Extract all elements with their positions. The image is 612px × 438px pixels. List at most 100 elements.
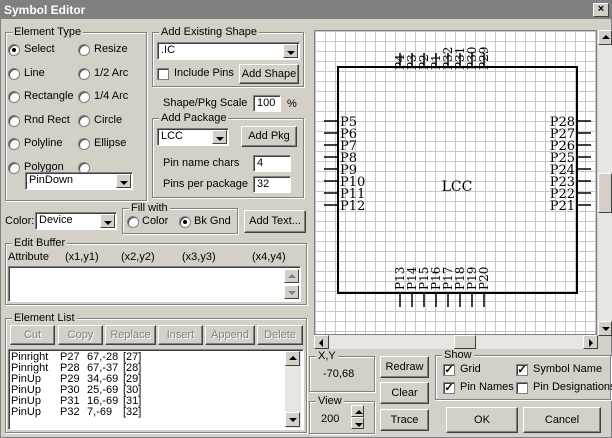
element-type-radio[interactable] bbox=[8, 44, 20, 56]
element-type-label-item: Circle bbox=[94, 114, 123, 126]
redraw-button[interactable]: Redraw bbox=[380, 356, 429, 378]
element-type-radio[interactable] bbox=[78, 68, 90, 80]
edit-buffer-textarea[interactable] bbox=[8, 266, 301, 302]
replace-button[interactable]: Replace bbox=[105, 325, 156, 345]
element-type-radio[interactable] bbox=[8, 162, 20, 174]
canvas-scroll-right[interactable] bbox=[583, 335, 598, 349]
element-type-label: Element Type bbox=[12, 26, 84, 38]
pins-per-package-input[interactable]: 32 bbox=[253, 176, 291, 193]
chevron-down-icon[interactable] bbox=[100, 214, 115, 228]
fill-bkgnd-radio[interactable] bbox=[179, 216, 191, 228]
fill-color-label: Color bbox=[142, 215, 169, 227]
view-spin-down[interactable] bbox=[351, 417, 364, 429]
edit-buffer-scroll-down[interactable] bbox=[284, 285, 299, 299]
color-label: Color: bbox=[5, 215, 35, 227]
pin-label: P21 bbox=[550, 199, 575, 214]
ok-button[interactable]: OK bbox=[446, 407, 518, 433]
include-pins-checkbox[interactable] bbox=[157, 68, 169, 80]
element-type-radio[interactable] bbox=[78, 138, 90, 150]
element-type-radio[interactable] bbox=[78, 115, 90, 127]
pin-type-dropdown[interactable]: PinDown bbox=[25, 172, 133, 190]
pin-names-checkbox[interactable]: ✓ bbox=[443, 382, 455, 394]
header-attribute: Attribute bbox=[8, 251, 49, 263]
element-type-radio[interactable] bbox=[8, 68, 20, 80]
list-item[interactable]: Pinright P28 67,-37 [28] bbox=[11, 363, 303, 374]
canvas-vscroll-thumb[interactable] bbox=[598, 173, 612, 213]
canvas-hscroll-thumb[interactable] bbox=[454, 335, 476, 349]
add-pkg-button[interactable]: Add Pkg bbox=[241, 126, 297, 147]
element-type-label-item: Select bbox=[24, 43, 55, 55]
canvas-hscrollbar[interactable] bbox=[314, 335, 598, 349]
pin-label: P20 bbox=[477, 267, 491, 290]
shape-dropdown[interactable]: .IC bbox=[157, 42, 300, 60]
header-x3y3: (x3,y3) bbox=[182, 251, 216, 263]
pin-type-value: PinDown bbox=[29, 174, 74, 186]
chevron-down-icon[interactable] bbox=[212, 130, 227, 144]
symbol-drawing: P4P3P2P1P32P31P30P29P13P14P15P16P17P18P1… bbox=[324, 47, 591, 307]
element-type-radio[interactable] bbox=[8, 138, 20, 150]
list-item[interactable]: PinUp P29 34,-69 [29] bbox=[11, 374, 303, 385]
element-list-label: Element List bbox=[12, 312, 77, 324]
delete-button[interactable]: Delete bbox=[257, 325, 303, 345]
cut-button[interactable]: Cut bbox=[10, 325, 55, 345]
list-item[interactable]: PinUp P32 7,-69 [32] bbox=[11, 407, 303, 418]
list-item[interactable]: PinUp P31 16,-69 [31] bbox=[11, 396, 303, 407]
canvas-vscrollbar[interactable] bbox=[598, 30, 612, 336]
element-list-scrollbar[interactable] bbox=[285, 351, 301, 428]
list-item[interactable]: Pinright P27 67,-28 [27] bbox=[11, 352, 303, 363]
grid-checkbox[interactable]: ✓ bbox=[443, 364, 455, 376]
pin-designations-checkbox[interactable] bbox=[516, 382, 528, 394]
symbol-canvas[interactable]: P4 P3 P2 P1 P32 P31 P30 P29 P13 P14 P15 P16 P17 P18 P1… bbox=[314, 30, 597, 335]
xy-value: -70,68 bbox=[323, 368, 355, 380]
element-type-radio[interactable] bbox=[8, 115, 20, 127]
copy-button[interactable]: Copy bbox=[58, 325, 103, 345]
fill-with-label: Fill with bbox=[129, 202, 170, 214]
fill-color-radio[interactable] bbox=[127, 216, 139, 228]
list-cell: 7,-69 bbox=[87, 406, 113, 418]
element-type-label-item: 1/2 Arc bbox=[94, 67, 129, 79]
symbol-editor-window: Symbol Editor × Element Type Select Resiz… bbox=[0, 0, 612, 438]
color-dropdown[interactable]: Device bbox=[35, 212, 117, 230]
element-type-label-item: Resize bbox=[94, 43, 128, 55]
canvas-scroll-down[interactable] bbox=[598, 321, 612, 336]
grid-label: Grid bbox=[460, 363, 481, 375]
insert-button[interactable]: Insert bbox=[158, 325, 203, 345]
chevron-down-icon[interactable] bbox=[116, 174, 131, 188]
list-scroll-up[interactable] bbox=[285, 351, 300, 366]
shape-value: .IC bbox=[161, 44, 176, 56]
pin-name-chars-input[interactable]: 4 bbox=[253, 155, 291, 172]
element-type-label-item: 1/4 Arc bbox=[94, 90, 129, 102]
view-spin-up[interactable] bbox=[351, 405, 364, 417]
canvas-scroll-left[interactable] bbox=[314, 335, 329, 349]
append-button[interactable]: Append bbox=[205, 325, 255, 345]
element-type-radio[interactable] bbox=[78, 44, 90, 56]
list-item[interactable]: PinUp P30 25,-69 [30] bbox=[11, 385, 303, 396]
close-button[interactable]: × bbox=[593, 3, 609, 17]
package-name-label: LCC bbox=[442, 179, 473, 195]
element-type-label-item: Line bbox=[24, 67, 45, 79]
add-text-button[interactable]: Add Text... bbox=[244, 210, 306, 233]
trace-button[interactable]: Trace bbox=[380, 409, 429, 431]
xy-label: X,Y bbox=[316, 350, 338, 362]
list-scroll-down[interactable] bbox=[285, 412, 300, 427]
pin-name-chars-label: Pin name chars bbox=[163, 157, 240, 169]
scale-input[interactable]: 100 bbox=[253, 95, 281, 112]
cancel-button[interactable]: Cancel bbox=[523, 407, 601, 433]
add-shape-button[interactable]: Add Shape bbox=[239, 64, 299, 84]
chevron-down-icon[interactable] bbox=[283, 44, 298, 58]
edit-buffer-scroll-up[interactable] bbox=[284, 269, 299, 283]
element-type-label-item: Rnd Rect bbox=[24, 114, 70, 126]
canvas-scroll-up[interactable] bbox=[598, 30, 612, 45]
element-list-box[interactable]: Pinright P27 67,-28 [27] Pinright P28 67,-37 [2… bbox=[8, 349, 304, 430]
color-value: Device bbox=[39, 214, 73, 226]
element-type-radio[interactable] bbox=[78, 91, 90, 103]
pin-label: P29 bbox=[477, 47, 491, 70]
symbol-name-checkbox[interactable]: ✓ bbox=[516, 364, 528, 376]
clear-button[interactable]: Clear bbox=[380, 382, 429, 404]
element-type-radio[interactable] bbox=[8, 91, 20, 103]
scale-label: Shape/Pkg Scale bbox=[163, 97, 248, 109]
package-dropdown[interactable]: LCC bbox=[157, 128, 229, 146]
pin-names-label: Pin Names bbox=[460, 381, 514, 393]
view-group: View bbox=[309, 395, 375, 434]
view-label: View bbox=[316, 395, 344, 407]
